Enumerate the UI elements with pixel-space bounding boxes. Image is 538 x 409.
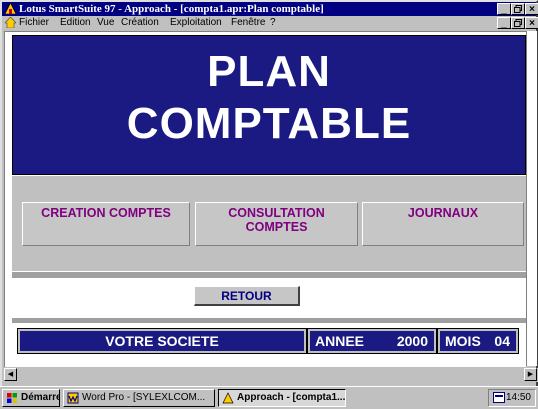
word-pro-icon xyxy=(67,392,79,404)
month-field[interactable]: MOIS 04 xyxy=(437,328,519,354)
title-bar[interactable]: Lotus SmartSuite 97 - Approach - [compta… xyxy=(2,2,538,16)
year-field[interactable]: ANNEE 2000 xyxy=(307,328,437,354)
menu-vue[interactable]: Vue xyxy=(97,16,114,30)
separator xyxy=(12,318,526,323)
journaux-button[interactable]: JOURNAUX xyxy=(362,202,524,246)
windows-logo-icon xyxy=(7,393,17,403)
restore-icon xyxy=(514,5,522,13)
consultation-label-line1: CONSULTATION xyxy=(228,206,325,220)
year-value: 2000 xyxy=(396,333,428,349)
creation-comptes-button[interactable]: CREATION COMPTES xyxy=(22,202,190,246)
horizontal-scrollbar[interactable]: ◀ ▶ xyxy=(4,368,538,382)
header-title-line1: PLAN xyxy=(207,47,331,96)
approach-icon xyxy=(222,392,234,404)
menu-exploitation[interactable]: Exploitation xyxy=(170,16,222,30)
task-word-pro[interactable]: Word Pro - [SYLEXLCOM... xyxy=(63,389,215,407)
year-label: ANNEE xyxy=(315,333,365,349)
scroll-left-button[interactable]: ◀ xyxy=(4,368,17,381)
system-tray: 14:50 xyxy=(488,389,536,407)
separator xyxy=(12,272,526,278)
task-label: Approach - [compta1.... xyxy=(237,392,346,403)
clock[interactable]: 14:50 xyxy=(506,390,531,406)
start-label: Démarrer xyxy=(21,392,59,403)
menu-help[interactable]: ? xyxy=(270,16,276,30)
task-approach[interactable]: Approach - [compta1.... xyxy=(218,389,346,407)
window-title: Lotus SmartSuite 97 - Approach - [compta… xyxy=(19,3,324,15)
doc-minimize-button[interactable]: _ xyxy=(497,17,511,29)
scroll-right-button[interactable]: ▶ xyxy=(524,368,537,381)
minimize-button[interactable]: _ xyxy=(497,3,511,15)
journaux-label: JOURNAUX xyxy=(407,206,479,220)
doc-restore-button[interactable] xyxy=(511,17,525,29)
taskbar: Démarrer Word Pro - [SYLEXLCOM... Approa… xyxy=(0,386,538,409)
task-label: Word Pro - [SYLEXLCOM... xyxy=(82,392,206,403)
close-button[interactable]: × xyxy=(525,3,538,15)
menu-edition[interactable]: Edition xyxy=(60,16,91,30)
retour-button[interactable]: RETOUR xyxy=(194,286,300,306)
document-icon[interactable] xyxy=(5,17,16,28)
month-value: 04 xyxy=(494,333,510,349)
menu-fenetre[interactable]: Fenêtre xyxy=(231,16,265,30)
restore-icon xyxy=(514,19,522,27)
month-label: MOIS xyxy=(445,333,481,349)
start-button[interactable]: Démarrer xyxy=(2,389,60,407)
header-title-line2: COMPTABLE xyxy=(126,99,412,148)
approach-app-icon[interactable] xyxy=(5,3,16,14)
consultation-comptes-button[interactable]: CONSULTATION COMPTES xyxy=(195,202,358,246)
form-header: PLAN COMPTABLE xyxy=(12,35,526,175)
tray-app-icon[interactable] xyxy=(493,392,505,403)
menu-bar: Fichier Edition Vue Création Exploitatio… xyxy=(2,16,538,30)
menu-creation[interactable]: Création xyxy=(121,16,159,30)
company-name-field[interactable]: VOTRE SOCIETE xyxy=(17,328,307,354)
creation-comptes-label: CREATION COMPTES xyxy=(41,206,171,220)
menu-fichier[interactable]: Fichier xyxy=(19,16,49,30)
maximize-button[interactable] xyxy=(511,3,525,15)
consultation-label-line2: COMPTES xyxy=(245,220,308,234)
button-panel: CREATION COMPTES CONSULTATION COMPTES JO… xyxy=(12,176,526,271)
vertical-scrollbar[interactable] xyxy=(526,31,537,366)
doc-close-button[interactable]: × xyxy=(525,17,538,29)
